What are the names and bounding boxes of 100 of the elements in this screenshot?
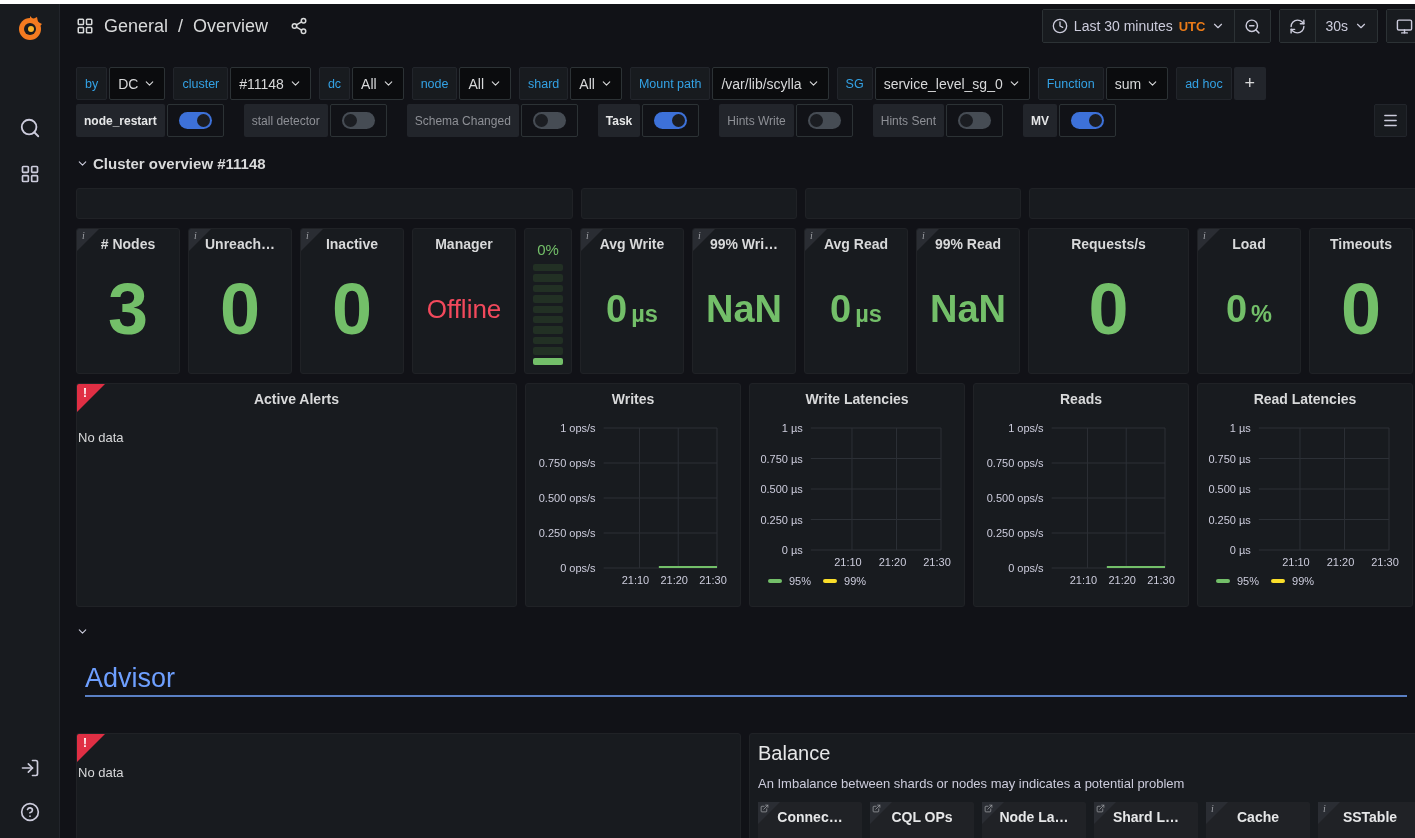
alert-marker: ! <box>77 384 105 412</box>
legend-label[interactable]: 99% <box>844 575 867 587</box>
axis-label: 21:20 <box>1108 574 1136 586</box>
refresh-icon <box>1289 17 1307 35</box>
toggle-label: node_restart <box>76 104 165 137</box>
stat-value: Offline <box>426 295 502 322</box>
variable-label: ad hoc <box>1176 67 1232 100</box>
variable-select[interactable]: /var/lib/scylla <box>712 67 829 100</box>
axis-label: 0.250 ops/s <box>986 527 1044 539</box>
toggle-label: Hints Sent <box>872 104 945 137</box>
panel-title: Read Latencies <box>1253 391 1357 407</box>
variable-select[interactable]: All <box>570 67 622 100</box>
link-tile[interactable]: CQL OPs <box>870 802 974 838</box>
stat-value: 0 <box>219 272 260 345</box>
info-icon: i <box>77 229 99 251</box>
toggle-switch[interactable] <box>178 112 212 129</box>
stat-value: 3 <box>107 272 148 345</box>
panel-title: # Nodes <box>100 236 156 252</box>
menu-icon <box>1382 112 1399 129</box>
variable-select[interactable]: All <box>459 67 512 100</box>
tv-mode-button[interactable] <box>1387 10 1415 42</box>
axis-label: 21:10 <box>621 574 650 586</box>
axis-label: 21:20 <box>1326 556 1355 568</box>
panel-title: Balance <box>758 742 832 765</box>
panel-title: Active Alerts <box>253 391 340 407</box>
legend-label[interactable]: 95% <box>789 575 812 587</box>
advisor-title: Advisor <box>85 663 177 695</box>
axis-label: 0.750 µs <box>1208 452 1251 465</box>
axis-label: 21:30 <box>699 574 727 586</box>
toggle-label: stall detector <box>243 104 328 137</box>
info-icon: i <box>301 229 323 251</box>
axis-label: 0.500 µs <box>760 483 803 495</box>
link-tile[interactable]: Shard L… <box>1094 802 1198 838</box>
toggle-label: Schema Changed <box>406 104 519 137</box>
external-link-icon <box>760 804 769 813</box>
variable-select[interactable]: DC <box>109 67 166 100</box>
axis-label: 21:10 <box>1282 556 1310 568</box>
refresh-button[interactable] <box>1280 10 1316 42</box>
axis-label: 0.250 µs <box>760 513 803 526</box>
zoom-out-button[interactable] <box>1234 10 1271 42</box>
panel-title: Write Latencies <box>805 391 909 407</box>
panel-title: Timeouts <box>1330 236 1392 252</box>
stat-value: 0 <box>1340 272 1381 345</box>
axis-label: 0.500 ops/s <box>538 492 596 504</box>
logo-icon[interactable] <box>16 14 43 42</box>
variable-label: SG <box>836 67 873 100</box>
toggle-label: Hints Write <box>719 104 794 137</box>
panel-title: Inactive <box>325 236 379 252</box>
axis-label: 1 ops/s <box>560 422 596 434</box>
link-tile[interactable]: i Cache <box>1206 802 1310 838</box>
axis-label: 0.750 ops/s <box>986 457 1044 469</box>
add-filter-button[interactable]: + <box>1233 67 1266 100</box>
toggle-switch[interactable] <box>654 112 688 129</box>
no-data-message: No data <box>78 430 125 445</box>
stat-value: 0 <box>1088 272 1129 345</box>
refresh-interval-picker[interactable]: 30s <box>1315 10 1377 42</box>
no-data-message: No data <box>78 765 125 780</box>
toggle-switch[interactable] <box>807 112 841 129</box>
variable-label: Mount path <box>629 67 711 100</box>
breadcrumb-link[interactable]: Overview <box>193 15 269 37</box>
info-icon: i <box>1318 802 1340 824</box>
time-range-picker[interactable]: Last 30 minutes UTC <box>1042 10 1235 42</box>
panel-title: Manager <box>435 236 493 252</box>
axis-label: 1 µs <box>1229 422 1251 434</box>
toggle-label: MV <box>1023 104 1058 137</box>
clock-icon <box>1051 18 1068 34</box>
row-title[interactable]: Cluster overview #11148 <box>93 154 266 172</box>
variable-select[interactable]: All <box>352 67 404 100</box>
toggle-switch[interactable] <box>1071 112 1105 129</box>
stat-value: NaN <box>930 289 1006 328</box>
link-tile[interactable]: Node La… <box>982 802 1086 838</box>
axis-label: 0.500 µs <box>1208 483 1251 495</box>
variable-label: shard <box>519 67 569 100</box>
variable-select[interactable]: sum <box>1105 67 1169 100</box>
breadcrumb-link[interactable]: General <box>104 15 169 37</box>
axis-label: 0.250 µs <box>1208 513 1251 526</box>
toggle-label: Task <box>597 104 641 137</box>
axis-label: 0.500 ops/s <box>986 492 1044 504</box>
legend-label[interactable]: 99% <box>1292 575 1315 587</box>
share-icon[interactable] <box>290 17 309 35</box>
legend-label[interactable]: 95% <box>1237 575 1260 587</box>
alert-marker: ! <box>77 734 105 762</box>
stat-value: 0% <box>1225 289 1273 328</box>
toggle-switch[interactable] <box>341 112 375 129</box>
panel-title: Writes <box>611 391 655 407</box>
axis-label: 0.750 µs <box>760 452 803 465</box>
stat-value: NaN <box>706 289 782 328</box>
menu-button[interactable] <box>1374 104 1407 137</box>
toggle-switch[interactable] <box>958 112 992 129</box>
link-tile[interactable]: i SSTable <box>1318 802 1415 838</box>
variable-select[interactable]: #11148 <box>230 67 311 100</box>
variable-select[interactable]: service_level_sg_0 <box>874 67 1030 100</box>
toggle-switch[interactable] <box>532 112 566 129</box>
axis-label: 21:20 <box>878 556 907 568</box>
info-icon: i <box>1206 802 1228 824</box>
external-link-icon <box>984 804 993 813</box>
stat-value: 0 <box>331 272 372 345</box>
zoom-out-icon <box>1244 17 1262 35</box>
link-tile[interactable]: Connec… <box>758 802 862 838</box>
panel-title: Load <box>1232 236 1266 252</box>
